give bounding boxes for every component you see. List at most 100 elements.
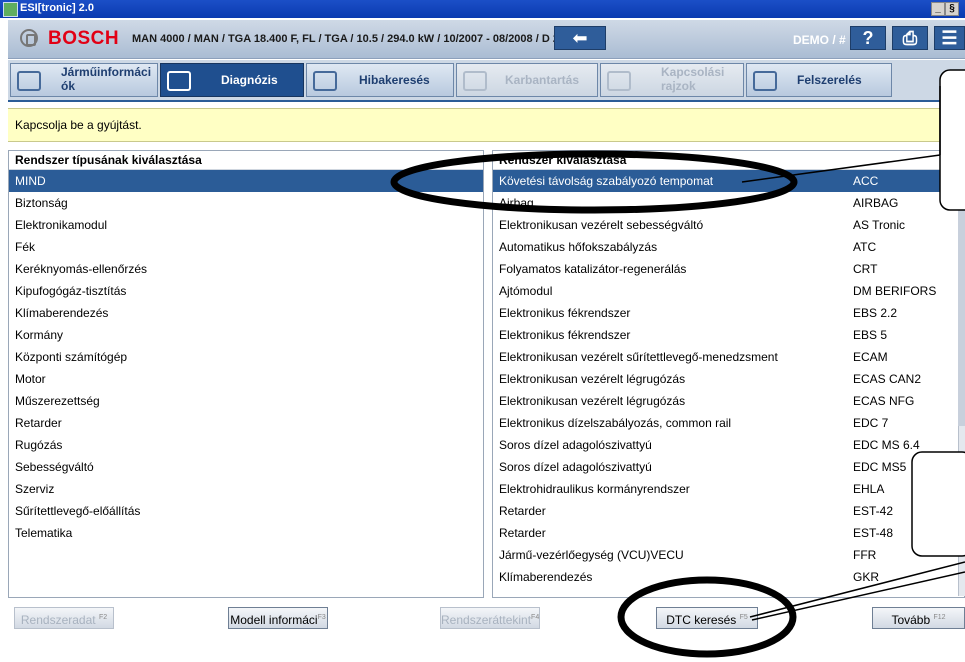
system-type-item[interactable]: Retarder	[9, 412, 483, 434]
system-item[interactable]: Elektronikus fékrendszer EBS 2.2	[493, 302, 964, 324]
shortcut-key: F2	[98, 614, 108, 621]
maximize-button[interactable]: §	[945, 2, 959, 16]
system-name: Jármű-vezérlőegység (VCU)VECU	[499, 548, 684, 562]
tab-label: Karbantartás	[505, 73, 580, 87]
shortcut-key: F12	[933, 614, 946, 621]
button-label: Tovább	[891, 613, 931, 627]
tab-circuit-diagrams[interactable]: Kapcsolási rajzok	[600, 63, 744, 97]
system-item[interactable]: Klímaberendezés GKR	[493, 566, 964, 588]
equipment-icon	[753, 71, 777, 91]
system-code: EBS 5	[853, 328, 888, 342]
troubleshooting-icon	[313, 71, 337, 91]
system-item[interactable]: Retarder EST-48	[493, 522, 964, 544]
system-data-button[interactable]: Rendszeradat F2	[14, 607, 114, 629]
tab-maintenance[interactable]: Karbantartás	[456, 63, 598, 97]
system-code: EDC MS 6.4	[853, 438, 920, 452]
system-name: Soros dízel adagolószivattyú	[499, 438, 652, 452]
system-name: Ajtómodul	[499, 284, 553, 298]
system-type-item[interactable]: Biztonság	[9, 192, 483, 214]
system-name: Elektronikusan vezérelt sűrítettlevegő-m…	[499, 350, 778, 364]
system-type-item[interactable]: Klímaberendezés	[9, 302, 483, 324]
system-code: EDC MS5	[853, 460, 907, 474]
brand-name: BOSCH	[48, 28, 120, 49]
system-item[interactable]: Elektrohidraulikus kormányrendszer EHLA	[493, 478, 964, 500]
tab-troubleshooting[interactable]: Hibakeresés	[306, 63, 454, 97]
circuit-diagram-icon	[607, 71, 631, 91]
system-item[interactable]: Követési távolság szabályozó tempomat ACC	[493, 170, 964, 192]
system-name: Retarder	[499, 504, 546, 518]
tab-label: Hibakeresés	[359, 73, 430, 87]
tab-label: Diagnózis	[221, 73, 278, 87]
system-name: Klímaberendezés	[499, 570, 593, 584]
system-type-item[interactable]: Sebességváltó	[9, 456, 483, 478]
system-name: Elektronikus fékrendszer	[499, 306, 631, 320]
system-select-panel: Rendszer kiválasztása Követési távolság …	[492, 150, 965, 598]
tab-label: Felszerelés	[797, 73, 862, 87]
system-item[interactable]: Folyamatos katalizátor-regenerálás CRT	[493, 258, 964, 280]
system-code: EST-42	[853, 504, 894, 518]
system-type-item[interactable]: Sűrítettlevegő-előállítás	[9, 500, 483, 522]
system-item[interactable]: Elektronikus fékrendszer EBS 5	[493, 324, 964, 346]
system-item[interactable]: Automatikus hőfokszabályzás ATC	[493, 236, 964, 258]
system-type-item[interactable]: Telematika	[9, 522, 483, 544]
system-item[interactable]: Elektronikus dízelszabályozás, common ra…	[493, 412, 964, 434]
system-item[interactable]: Retarder EST-42	[493, 500, 964, 522]
notice-text: Kapcsolja be a gyújtást.	[15, 118, 142, 132]
maintenance-icon	[463, 71, 487, 91]
system-item[interactable]: Elektronikusan vezérelt sebességváltó AS …	[493, 214, 964, 236]
print-button[interactable]: ⎙	[892, 26, 928, 50]
vehicle-description: MAN 4000 / MAN / TGA 18.400 F, FL / TGA …	[132, 33, 607, 45]
system-type-item[interactable]: Elektronikamodul	[9, 214, 483, 236]
minimize-button[interactable]: _	[931, 2, 945, 16]
notice-bar: Kapcsolja be a gyújtást.	[8, 108, 965, 142]
system-name: Követési távolság szabályozó tempomat	[499, 174, 714, 188]
system-type-item[interactable]: Rugózás	[9, 434, 483, 456]
system-type-item[interactable]: Keréknyomás-ellenőrzés	[9, 258, 483, 280]
bosch-logo-icon	[20, 29, 38, 47]
next-button[interactable]: Tovább F12	[872, 607, 965, 629]
window-title-bar: ESI[tronic] 2.0 _ §	[0, 0, 965, 18]
tab-vehicle-info[interactable]: Járműinformáci ók	[10, 63, 158, 97]
system-name: Retarder	[499, 526, 546, 540]
system-overview-button[interactable]: RendszeráttekintF4	[440, 607, 540, 629]
system-item[interactable]: Elektronikusan vezérelt légrugózás ECAS C…	[493, 368, 964, 390]
system-item[interactable]: Ajtómodul DM BERIFORS	[493, 280, 964, 302]
system-type-item[interactable]: Motor	[9, 368, 483, 390]
system-type-item[interactable]: Kipufogógáz-tisztítás	[9, 280, 483, 302]
system-item[interactable]: Jármű-vezérlőegység (VCU)VECU FFR	[493, 544, 964, 566]
system-name: Elektronikusan vezérelt légrugózás	[499, 394, 686, 408]
system-item[interactable]: Elektronikusan vezérelt sűrítettlevegő-m…	[493, 346, 964, 368]
tab-label: Kapcsolási rajzok	[661, 65, 725, 93]
back-button[interactable]: ⬅	[554, 26, 606, 50]
system-type-item[interactable]: MIND	[9, 170, 483, 192]
print-icon: ⎙	[902, 28, 918, 48]
system-item[interactable]: Soros dízel adagolószivattyú EDC MS 6.4	[493, 434, 964, 456]
system-name: Automatikus hőfokszabályzás	[499, 240, 658, 254]
system-type-item[interactable]: Fék	[9, 236, 483, 258]
system-code: EDC 7	[853, 416, 889, 430]
scrollbar-thumb[interactable]	[958, 196, 965, 426]
tab-diagnosis[interactable]: Diagnózis	[160, 63, 304, 97]
system-code: EHLA	[853, 482, 885, 496]
system-type-item[interactable]: Központi számítógép	[9, 346, 483, 368]
menu-button[interactable]: ☰	[934, 26, 965, 50]
system-select-title: Rendszer kiválasztása	[493, 151, 964, 170]
system-type-item[interactable]: Kormány	[9, 324, 483, 346]
model-info-button[interactable]: Modell informáciF3	[228, 607, 328, 629]
button-label: DTC keresés	[666, 613, 737, 627]
help-button[interactable]: ?	[850, 26, 886, 50]
system-item[interactable]: Elektronikusan vezérelt légrugózás ECAS N…	[493, 390, 964, 412]
tab-label: Járműinformáci ók	[61, 65, 152, 93]
system-type-item[interactable]: Szerviz	[9, 478, 483, 500]
tab-equipment[interactable]: Felszerelés	[746, 63, 892, 97]
system-name: Elektrohidraulikus kormányrendszer	[499, 482, 690, 496]
system-item[interactable]: Soros dízel adagolószivattyú EDC MS5	[493, 456, 964, 478]
system-item[interactable]: Airbag AIRBAG	[493, 192, 964, 214]
vehicle-info-icon	[17, 71, 41, 91]
system-code: CRT	[853, 262, 878, 276]
system-name: Elektronikus fékrendszer	[499, 328, 631, 342]
system-type-item[interactable]: Műszerezettség	[9, 390, 483, 412]
help-icon: ?	[862, 28, 874, 48]
dtc-search-button[interactable]: DTC keresés F5	[656, 607, 758, 629]
system-name: Folyamatos katalizátor-regenerálás	[499, 262, 687, 276]
